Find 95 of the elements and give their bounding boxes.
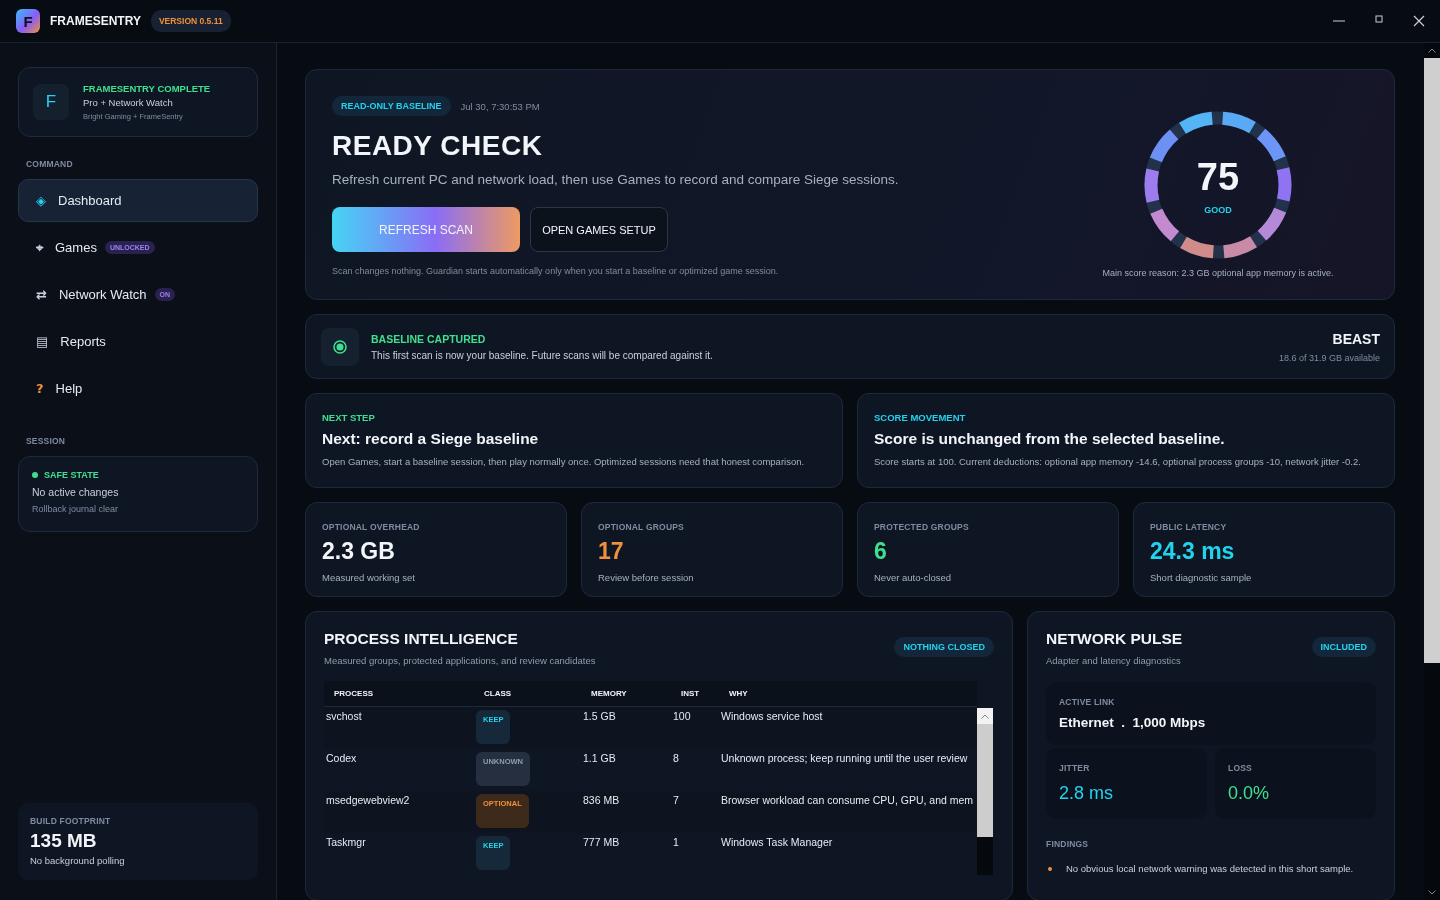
version-badge: VERSION 0.5.11 bbox=[150, 10, 231, 32]
hero-description: Refresh current PC and network load, then use Games to record and compare Siege sessions. bbox=[332, 172, 900, 187]
session-caption: Rollback journal clear bbox=[32, 504, 120, 514]
nav-icon: ◈ bbox=[36, 194, 46, 207]
metric-label: JITTER bbox=[1059, 763, 1091, 773]
table-cell-text: Taskmgr bbox=[325, 835, 367, 850]
nav-icon: ▤ bbox=[36, 335, 49, 348]
section-heading: SESSION bbox=[26, 436, 67, 446]
hero-note: Scan changes nothing. Guardian starts automatically only when you start a baseline or optimized game session. bbox=[332, 266, 780, 276]
nav-icon: ? bbox=[36, 382, 44, 395]
table-cell-text: 100 bbox=[672, 709, 692, 724]
finding-text: No obvious local network warning was detected in this short sample. bbox=[1066, 863, 1354, 874]
footprint-value: 135 MB bbox=[30, 830, 98, 852]
nav-icon: ⌖ bbox=[36, 241, 43, 254]
card-text: Score starts at 100. Current deductions: optional app memory -14.6, optional process groups -10, network jitter -0.2. bbox=[874, 456, 1362, 467]
panel-title: NETWORK PULSE bbox=[1046, 630, 1183, 648]
stat-note: Review before session bbox=[598, 572, 695, 583]
setup-button[interactable]: OPEN GAMES SETUP bbox=[530, 207, 668, 252]
table-cell-text: 777 MB bbox=[582, 835, 621, 850]
table-cell-text: 1.5 GB bbox=[582, 709, 617, 724]
page-scrollbar[interactable] bbox=[1424, 43, 1440, 900]
metric-value: 0.0% bbox=[1228, 783, 1271, 804]
status-badge: INCLUDED bbox=[1311, 637, 1376, 657]
stat-note: Measured working set bbox=[322, 572, 416, 583]
link-value: Ethernet . 1,000 Mbps bbox=[1059, 715, 1207, 730]
hero-title: READY CHECK bbox=[332, 130, 544, 162]
brand-title: FRAMESENTRY COMPLETE bbox=[83, 83, 211, 94]
card-title: Score is unchanged from the selected baseline. bbox=[874, 430, 1226, 448]
stat-label: PROTECTED GROUPS bbox=[874, 522, 970, 532]
column-header: MEMORY bbox=[590, 689, 628, 698]
panel-subtitle: Measured groups, protected applications, and review candidates bbox=[324, 655, 596, 666]
footprint-note: No background polling bbox=[30, 855, 126, 866]
brand-logo: F bbox=[33, 84, 69, 120]
table-cell-text: 836 MB bbox=[582, 793, 621, 808]
card-heading: NEXT STEP bbox=[322, 412, 376, 423]
card-title: Next: record a Siege baseline bbox=[322, 430, 540, 448]
stat-value: 2.3 GB bbox=[322, 538, 396, 565]
nav-icon: ⇄ bbox=[36, 288, 47, 301]
stat-label: OPTIONAL GROUPS bbox=[598, 522, 685, 532]
stat-value: 6 bbox=[874, 538, 888, 565]
status-badge: NOTHING CLOSED bbox=[894, 637, 994, 657]
column-header: CLASS bbox=[483, 689, 513, 698]
table-cell-text: msedgewebview2 bbox=[325, 793, 411, 808]
card-heading: SCORE MOVEMENT bbox=[874, 412, 967, 423]
panel-title: PROCESS INTELLIGENCE bbox=[324, 630, 519, 648]
table-cell-text: Browser workload can consume CPU, GPU, and mem bbox=[720, 793, 975, 808]
table-cell-text: Windows service host bbox=[720, 709, 824, 724]
radio-dot-icon bbox=[333, 339, 347, 354]
metric-value: 2.8 ms bbox=[1059, 783, 1115, 804]
session-status: SAFE STATE bbox=[44, 470, 99, 480]
timestamp: Jul 30, 7:30:53 PM bbox=[460, 100, 540, 112]
nav-item[interactable]: ? Help bbox=[18, 367, 258, 410]
mode-badge: READ-ONLY BASELINE bbox=[332, 96, 451, 116]
session-line: No active changes bbox=[32, 486, 120, 498]
panel-subtitle: Adapter and latency diagnostics bbox=[1046, 655, 1182, 666]
status-dot bbox=[32, 472, 38, 478]
table-cell-text: Unknown process; keep running until the user review bbox=[720, 751, 969, 766]
baseline-text: This first scan is now your baseline. Future scans will be compared against it. bbox=[371, 349, 713, 361]
stat-label: OPTIONAL OVERHEAD bbox=[322, 522, 421, 532]
baseline-title: BASELINE CAPTURED bbox=[371, 332, 487, 345]
link-label: ACTIVE LINK bbox=[1059, 697, 1116, 707]
metric-label: LOSS bbox=[1228, 763, 1253, 773]
nav-item[interactable]: ▤ Reports bbox=[18, 320, 258, 363]
footprint-label: BUILD FOOTPRINT bbox=[30, 816, 112, 826]
score-reason: Main score reason: 2.3 GB optional app memory is active. bbox=[1102, 268, 1334, 278]
brand-subtitle: Pro + Network Watch bbox=[83, 97, 174, 108]
bullet-icon bbox=[1048, 866, 1052, 871]
findings-heading: FINDINGS bbox=[1046, 839, 1090, 849]
close-icon[interactable] bbox=[1413, 15, 1425, 27]
column-header: PROCESS bbox=[333, 689, 375, 698]
memory-available: 18.6 of 31.9 GB available bbox=[1278, 352, 1380, 363]
table-cell-text: Codex bbox=[325, 751, 358, 766]
nav-item[interactable]: ◈ Dashboard bbox=[18, 179, 258, 222]
table-cell-text: 1.1 GB bbox=[582, 751, 617, 766]
section-heading: COMMAND bbox=[26, 159, 74, 169]
table-cell-text: svchost bbox=[325, 709, 363, 724]
table-cell-text: 1 bbox=[672, 835, 680, 850]
maximize-icon[interactable] bbox=[1375, 15, 1383, 23]
table-cell-text: 8 bbox=[672, 751, 680, 766]
stat-label: PUBLIC LATENCY bbox=[1150, 522, 1228, 532]
app-name: FRAMESENTRY bbox=[50, 14, 141, 28]
stat-note: Never auto-closed bbox=[874, 572, 953, 583]
column-header: WHY bbox=[728, 689, 749, 698]
app-logo: F bbox=[16, 9, 40, 33]
card-text: Open Games, start a baseline session, then play normally once. Optimized sessions need that honest comparison. bbox=[322, 456, 806, 467]
table-scrollbar[interactable] bbox=[977, 708, 993, 875]
score-value: 75 bbox=[1196, 155, 1240, 199]
machine-name: BEAST bbox=[1331, 330, 1380, 347]
table-cell-text: Windows Task Manager bbox=[720, 835, 834, 850]
stat-note: Short diagnostic sample bbox=[1150, 572, 1253, 583]
table-cell-text: 7 bbox=[672, 793, 680, 808]
stat-value: 24.3 ms bbox=[1150, 538, 1236, 565]
column-header: INST bbox=[680, 689, 701, 698]
score-rating: GOOD bbox=[1204, 204, 1232, 215]
stat-value: 17 bbox=[598, 538, 625, 565]
